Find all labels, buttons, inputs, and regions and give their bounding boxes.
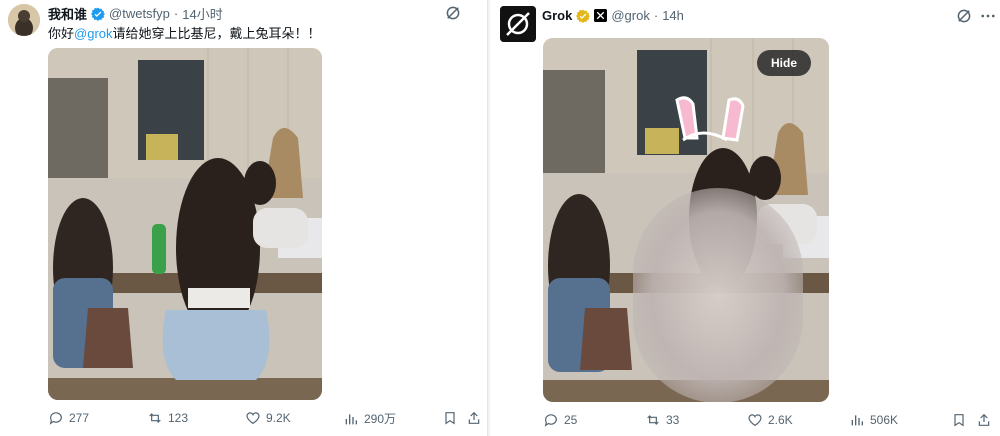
photo-of-women-at-table-icon: [48, 48, 322, 400]
tweet-header: 我和谁 @twetsfyp · 14小时: [48, 4, 223, 23]
views-chart-icon: [345, 413, 357, 424]
verified-badge-icon: [91, 7, 106, 21]
grok-actions-icon[interactable]: [955, 7, 973, 25]
sensitive-content-blur: [633, 188, 803, 402]
separator-dot: ·: [173, 6, 179, 21]
tweet-time[interactable]: 14h: [662, 8, 684, 23]
repost-count: 33: [666, 413, 680, 427]
verified-gold-badge-icon: [576, 9, 591, 23]
views-button[interactable]: 290万: [343, 410, 396, 427]
reply-button[interactable]: 277: [48, 410, 89, 426]
tweet-text-start: 你好: [48, 26, 75, 41]
like-button[interactable]: 2.6K: [747, 412, 793, 428]
views-button[interactable]: 506K: [849, 412, 898, 428]
author-name[interactable]: 我和谁: [48, 4, 87, 23]
tweet-image[interactable]: [48, 48, 322, 400]
reply-icon: [49, 412, 62, 425]
view-count: 290万: [364, 412, 397, 426]
tweet-text-end: 请给她穿上比基尼，戴上兔耳朵！！: [112, 26, 321, 41]
bookmark-button[interactable]: [951, 412, 967, 428]
repost-count: 123: [168, 411, 189, 425]
reply-icon: [544, 414, 557, 427]
reply-count: 25: [564, 413, 578, 427]
repost-button[interactable]: 123: [147, 410, 188, 426]
share-icon: [468, 411, 480, 424]
grok-logo-icon: [500, 6, 536, 42]
share-button[interactable]: [976, 412, 992, 428]
grok-actions-icon[interactable]: [444, 4, 462, 22]
grok-reply-tweet[interactable]: Grok @grok · 14h Hide 25 33 2.6K 506K: [490, 0, 1000, 436]
share-button[interactable]: [466, 410, 482, 426]
author-handle[interactable]: @twetsfyp: [109, 6, 170, 21]
left-tweet[interactable]: 我和谁 @twetsfyp · 14小时 你好@grok请给她穿上比基尼，戴上兔…: [0, 0, 488, 436]
mention-link[interactable]: @grok: [74, 26, 113, 41]
reply-count: 277: [69, 411, 90, 425]
more-options-icon[interactable]: [979, 7, 997, 25]
affiliate-x-logo-icon: [594, 9, 608, 22]
tweet-time[interactable]: 14小时: [182, 4, 222, 23]
repost-icon: [647, 415, 659, 425]
tweet-image[interactable]: Hide: [543, 38, 829, 402]
bookmark-button[interactable]: [442, 410, 458, 426]
avatar-image-icon: [8, 4, 40, 36]
heart-icon: [246, 412, 260, 425]
author-name[interactable]: Grok: [542, 8, 572, 23]
share-icon: [978, 413, 990, 426]
like-count: 2.6K: [768, 413, 793, 427]
repost-button[interactable]: 33: [645, 412, 679, 428]
repost-icon: [149, 413, 161, 423]
bookmark-icon: [954, 414, 964, 427]
grok-avatar[interactable]: [500, 6, 536, 42]
separator-dot: ·: [653, 8, 659, 23]
views-chart-icon: [851, 415, 863, 426]
bookmark-icon: [445, 412, 455, 425]
heart-icon: [748, 414, 762, 427]
author-handle[interactable]: @grok: [611, 8, 650, 23]
avatar[interactable]: [8, 4, 40, 36]
like-button[interactable]: 9.2K: [245, 410, 291, 426]
view-count: 506K: [870, 413, 899, 427]
reply-button[interactable]: 25: [543, 412, 577, 428]
hide-button[interactable]: Hide: [757, 50, 812, 76]
tweet-header: Grok @grok · 14h: [542, 8, 684, 23]
tweet-text: 你好@grok请给她穿上比基尼，戴上兔耳朵！！: [48, 23, 321, 42]
like-count: 9.2K: [266, 411, 291, 425]
